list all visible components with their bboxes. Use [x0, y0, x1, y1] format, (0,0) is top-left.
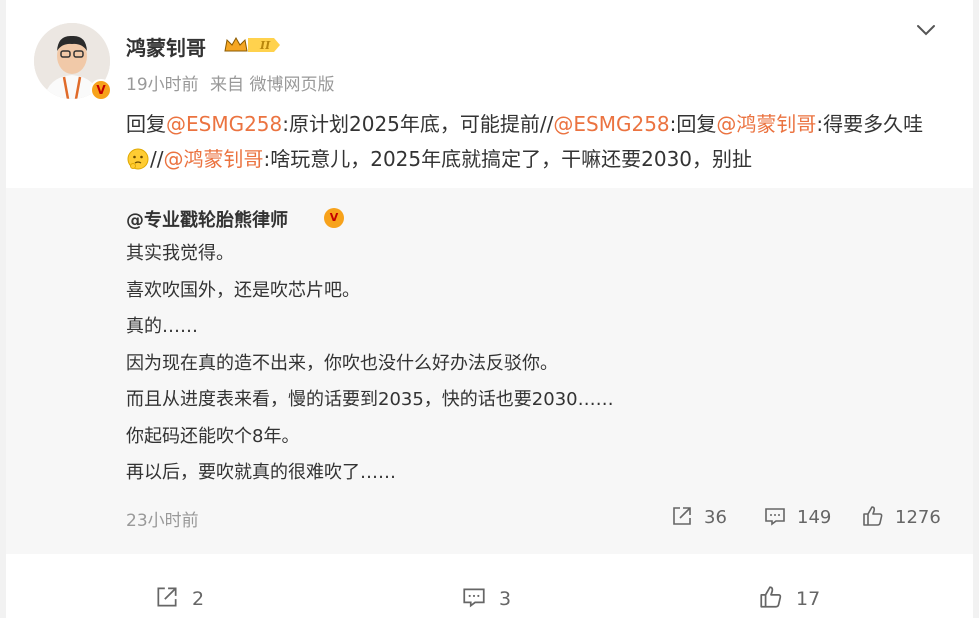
post-meta: 19小时前 来自 微博网页版	[126, 70, 340, 95]
post-text-segment: :啥玩意儿，2025年底就搞定了，干嘛还要2030，别扯	[263, 147, 753, 171]
mention-link[interactable]: @鸿蒙钊哥	[716, 112, 816, 136]
post-time[interactable]: 19小时前	[126, 75, 199, 95]
mention-link[interactable]: @ESMG258	[166, 112, 282, 136]
comment-icon	[765, 508, 785, 526]
post-text-segment: 回复	[126, 112, 166, 136]
share-count: 36	[704, 507, 727, 528]
repost-time[interactable]: 23小时前	[126, 506, 199, 531]
chevron-down-icon[interactable]	[914, 18, 938, 42]
mention-link[interactable]: @鸿蒙钊哥	[163, 147, 263, 171]
post-username[interactable]: 鸿蒙钊哥	[126, 32, 206, 61]
share-count: 2	[192, 588, 205, 610]
share-icon	[157, 587, 177, 607]
post-text-segment: :得要多久哇	[816, 112, 924, 136]
share-icon	[673, 507, 691, 525]
like-count: 1276	[895, 507, 941, 528]
post-text: 回复@ESMG258:原计划2025年底，可能提前//@ESMG258:回复@鸿…	[126, 107, 926, 177]
repost-comment-button[interactable]: 149	[763, 504, 831, 528]
post-text-segment: //	[150, 147, 164, 171]
repost-line: 其实我觉得。	[126, 243, 234, 264]
mention-link[interactable]: @ESMG258	[553, 112, 669, 136]
repost-line: 真的……	[126, 316, 198, 337]
share-button[interactable]: 2	[154, 584, 204, 610]
weibo-card: V 鸿蒙钊哥 II 19小时前 来自 微博网页版 回复@ESMG258:原计划2…	[6, 0, 973, 618]
post-text-segment: :回复	[669, 112, 717, 136]
thumbs-up-icon	[760, 586, 782, 608]
member-crown-icon[interactable]: II	[224, 35, 282, 55]
like-button[interactable]: 17	[758, 584, 820, 610]
repost-line: 喜欢吹国外，还是吹芯片吧。	[126, 279, 360, 301]
like-count: 17	[796, 588, 821, 610]
repost-line: 因为现在真的造不出来，你吹也没什么好办法反驳你。	[126, 352, 558, 374]
repost-text: 其实我觉得。喜欢吹国外，还是吹芯片吧。 真的…… 因为现在真的造不出来，你吹也没什么…	[126, 236, 614, 492]
comment-icon	[463, 588, 485, 608]
repost-line: 你起码还能吹个8年。	[126, 425, 300, 447]
retweet-box[interactable]: @专业戳轮胎熊律师 V 其实我觉得。喜欢吹国外，还是吹芯片吧。 真的…… 因为现在真…	[6, 188, 973, 554]
comment-count: 149	[797, 507, 832, 528]
svg-text:II: II	[259, 39, 271, 52]
post-text-segment: :原计划2025年底，可能提前//	[282, 112, 554, 136]
repost-like-button[interactable]: 1276	[861, 504, 941, 528]
repost-share-button[interactable]: 36	[670, 504, 727, 528]
repost-line: 再以后，要吹就真的很难吹了……	[126, 462, 396, 483]
post-source: 来自 微博网页版	[210, 75, 335, 95]
verified-badge-icon: V	[324, 208, 344, 228]
repost-username[interactable]: @专业戳轮胎熊律师	[126, 206, 288, 232]
comment-count: 3	[499, 588, 512, 610]
comment-button[interactable]: 3	[461, 584, 511, 610]
repost-line: 而且从进度表来看，慢的话要到2035，快的话也要2030……	[126, 389, 614, 410]
verified-badge-icon: V	[90, 79, 112, 101]
thumbs-up-icon	[863, 506, 883, 526]
thinking-emoji-icon	[127, 148, 149, 170]
